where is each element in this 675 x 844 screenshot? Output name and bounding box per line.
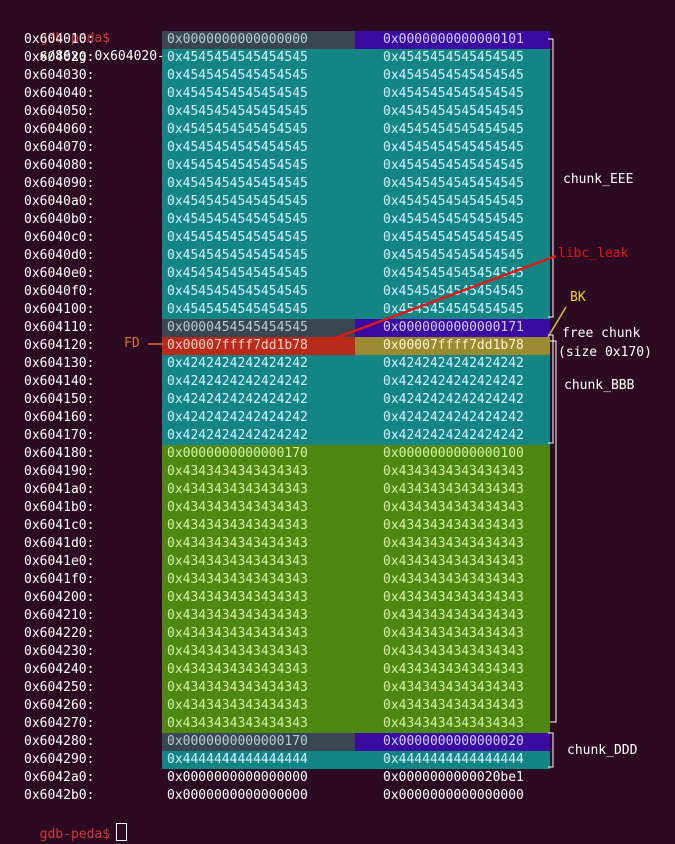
libc-leak-arrow <box>329 254 557 342</box>
chunk-ddd-bracket <box>548 732 554 768</box>
bk-label: BK <box>570 290 586 305</box>
chunk-eee-bracket <box>548 38 554 318</box>
chunk-bbb-bracket <box>548 334 554 444</box>
annotation-overlay <box>148 38 567 768</box>
fd-label: FD <box>124 336 140 351</box>
free-chunk-label: free chunk <box>562 326 641 341</box>
free-chunk-size-label: (size 0x170) <box>558 345 652 360</box>
chunk-eee-label: chunk_EEE <box>563 172 634 187</box>
chunk-ddd-label: chunk_DDD <box>567 743 638 758</box>
libc-leak-label: libc_leak <box>558 246 629 261</box>
chunk-bbb-label: chunk_BBB <box>564 378 635 393</box>
